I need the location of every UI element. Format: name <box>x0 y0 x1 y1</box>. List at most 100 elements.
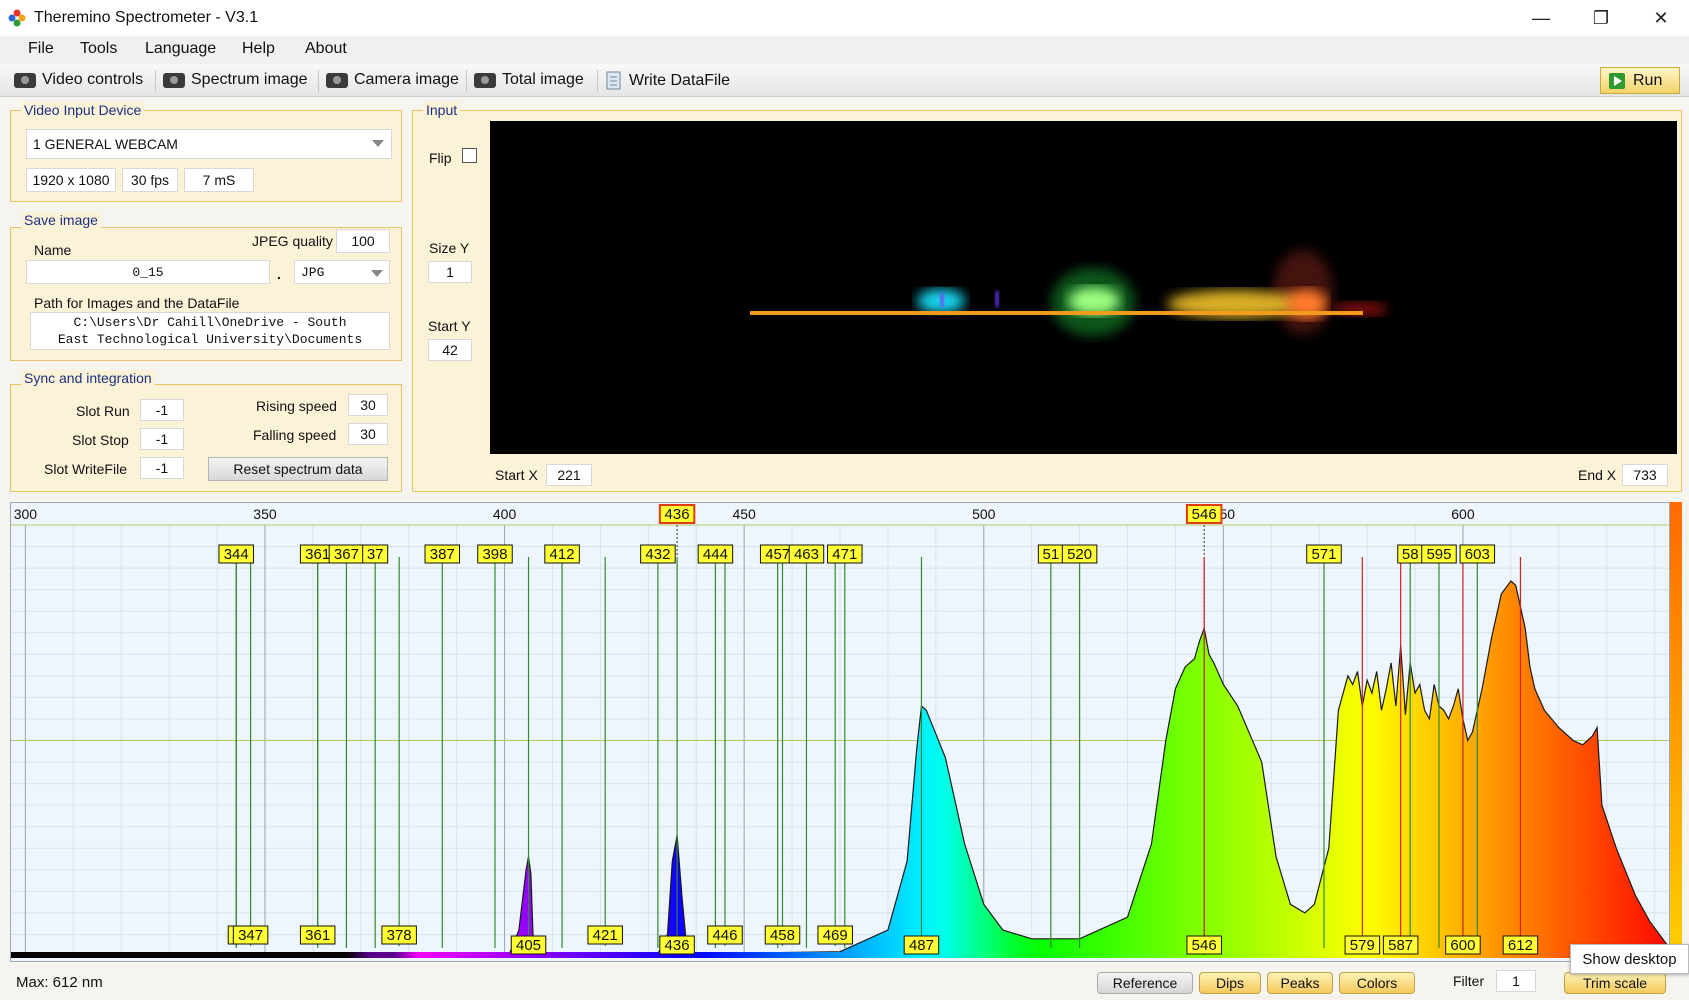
slot-run-field[interactable]: -1 <box>140 399 184 421</box>
filter-field[interactable]: 1 <box>1496 970 1536 992</box>
dip-marker-label: 457 <box>765 546 790 563</box>
minimize-icon[interactable]: — <box>1518 4 1564 32</box>
path-label: Path for Images and the DataFile <box>34 295 240 311</box>
peak-marker-label: 579 <box>1350 937 1375 954</box>
rising-speed-label: Rising speed <box>256 398 337 414</box>
jpeg-quality-label: JPEG quality <box>252 233 333 249</box>
spectrum-chart[interactable]: 300 350 400 450 500 550 600 436 546 344 361 367 37 38… <box>10 502 1670 962</box>
x-tick-label: 600 <box>1451 506 1475 522</box>
dip-marker-label: 571 <box>1311 546 1336 563</box>
end-x-field[interactable]: 733 <box>1622 464 1668 486</box>
close-icon[interactable]: ✕ <box>1638 4 1684 32</box>
toolbar-separator <box>155 70 156 92</box>
camera-preview[interactable] <box>490 121 1677 454</box>
dip-marker-label: 398 <box>482 546 507 563</box>
save-image-group-label: Save image <box>21 212 101 228</box>
write-datafile-button[interactable]: Write DataFile <box>605 71 730 91</box>
peak-marker-label: 405 <box>516 937 541 954</box>
x-tick-label: 300 <box>14 506 38 522</box>
x-tick-label: 350 <box>253 506 277 522</box>
peaks-button[interactable]: Peaks <box>1267 972 1333 994</box>
x-tick-label: 450 <box>732 506 756 522</box>
path-line-2: East Technological University\Documents <box>57 332 363 347</box>
size-y-field[interactable]: 1 <box>428 261 472 283</box>
dip-marker-label: 444 <box>703 546 728 563</box>
highlight-marker-label: 436 <box>665 506 690 523</box>
resolution-field[interactable]: 1920 x 1080 <box>26 168 116 192</box>
video-controls-button[interactable]: Video controls <box>14 71 143 89</box>
dip-marker-label: 37 <box>367 546 384 563</box>
video-device-select[interactable]: 1 GENERAL WEBCAM <box>26 129 392 159</box>
slot-writefile-label: Slot WriteFile <box>44 461 127 477</box>
vertical-scrollbar[interactable] <box>1670 502 1682 962</box>
start-x-field[interactable]: 221 <box>546 464 592 486</box>
spectrum-plot: 300 350 400 450 500 550 600436 546344 361 367 37 38… <box>11 504 1670 958</box>
camera-icon <box>326 72 348 88</box>
total-image-label: Total image <box>502 71 584 88</box>
falling-speed-field[interactable]: 30 <box>348 423 388 445</box>
fps-field[interactable]: 30 fps <box>122 168 178 192</box>
start-y-label: Start Y <box>428 318 471 334</box>
peak-marker-label: 446 <box>712 927 737 944</box>
camera-image-button[interactable]: Camera image <box>326 71 459 89</box>
start-y-field[interactable]: 42 <box>428 339 472 361</box>
dip-marker-label: 595 <box>1426 546 1451 563</box>
slot-stop-field[interactable]: -1 <box>140 428 184 450</box>
window-title: Theremino Spectrometer - V3.1 <box>34 9 259 26</box>
write-datafile-label: Write DataFile <box>629 72 731 89</box>
peak-marker-label: 587 <box>1388 937 1413 954</box>
path-line-1: C:\Users\Dr Cahill\OneDrive - South <box>73 315 347 330</box>
chevron-down-icon[interactable] <box>372 140 384 147</box>
spectrum-image-label: Spectrum image <box>191 71 308 88</box>
rising-speed-field[interactable]: 30 <box>348 394 388 416</box>
run-button[interactable]: Run <box>1600 67 1680 94</box>
dip-marker-label: 471 <box>832 546 857 563</box>
spectrum-image-button[interactable]: Spectrum image <box>163 71 308 89</box>
peak-marker-label: 546 <box>1192 937 1217 954</box>
highlight-marker-label: 546 <box>1192 506 1217 523</box>
end-x-label: End X <box>1578 467 1617 483</box>
jpeg-quality-field[interactable]: 100 <box>336 229 390 253</box>
x-tick-label: 500 <box>972 506 996 522</box>
dip-marker-label: 361 <box>305 546 330 563</box>
flip-label: Flip <box>429 150 452 166</box>
peak-marker-label: 600 <box>1450 937 1475 954</box>
run-label: Run <box>1633 71 1663 89</box>
menu-help[interactable]: Help <box>242 40 275 58</box>
trim-scale-button[interactable]: Trim scale <box>1564 972 1666 994</box>
filter-label: Filter <box>1453 973 1485 989</box>
reset-spectrum-button[interactable]: Reset spectrum data <box>208 457 388 481</box>
menu-about[interactable]: About <box>305 40 347 58</box>
menu-language[interactable]: Language <box>145 40 216 58</box>
spectrum-baseline <box>11 952 1669 958</box>
reference-button[interactable]: Reference <box>1097 972 1193 994</box>
peak-marker-label: 361 <box>305 927 330 944</box>
dip-marker-label: 520 <box>1067 546 1092 563</box>
video-device-value: 1 GENERAL WEBCAM <box>33 136 178 152</box>
total-image-button[interactable]: Total image <box>474 71 584 89</box>
restore-icon[interactable]: ❐ <box>1578 4 1624 32</box>
peak-marker-label: 612 <box>1508 937 1533 954</box>
menu-tools[interactable]: Tools <box>80 40 117 58</box>
chevron-down-icon[interactable] <box>371 270 383 277</box>
video-controls-label: Video controls <box>42 71 144 88</box>
camera-image-label: Camera image <box>354 71 459 88</box>
dips-button[interactable]: Dips <box>1199 972 1261 994</box>
exposure-field[interactable]: 7 mS <box>184 168 254 192</box>
peak-marker-label: 378 <box>387 927 412 944</box>
video-camera-icon <box>14 72 36 88</box>
dip-marker-label: 387 <box>430 546 455 563</box>
extension-dot: . <box>277 266 281 282</box>
image-name-input[interactable]: 0_15 <box>26 260 270 284</box>
video-input-group-label: Video Input Device <box>21 102 145 118</box>
dip-marker-label: 412 <box>550 546 575 563</box>
colors-button[interactable]: Colors <box>1339 972 1415 994</box>
dip-marker-label: 58 <box>1402 546 1419 563</box>
dip-marker-label: 603 <box>1465 546 1490 563</box>
flip-checkbox[interactable] <box>462 148 477 163</box>
slot-writefile-field[interactable]: -1 <box>140 457 184 479</box>
falling-speed-label: Falling speed <box>253 427 337 443</box>
menu-file[interactable]: File <box>28 40 54 58</box>
path-field[interactable]: C:\Users\Dr Cahill\OneDrive - South East… <box>30 312 390 350</box>
name-label: Name <box>34 242 72 258</box>
